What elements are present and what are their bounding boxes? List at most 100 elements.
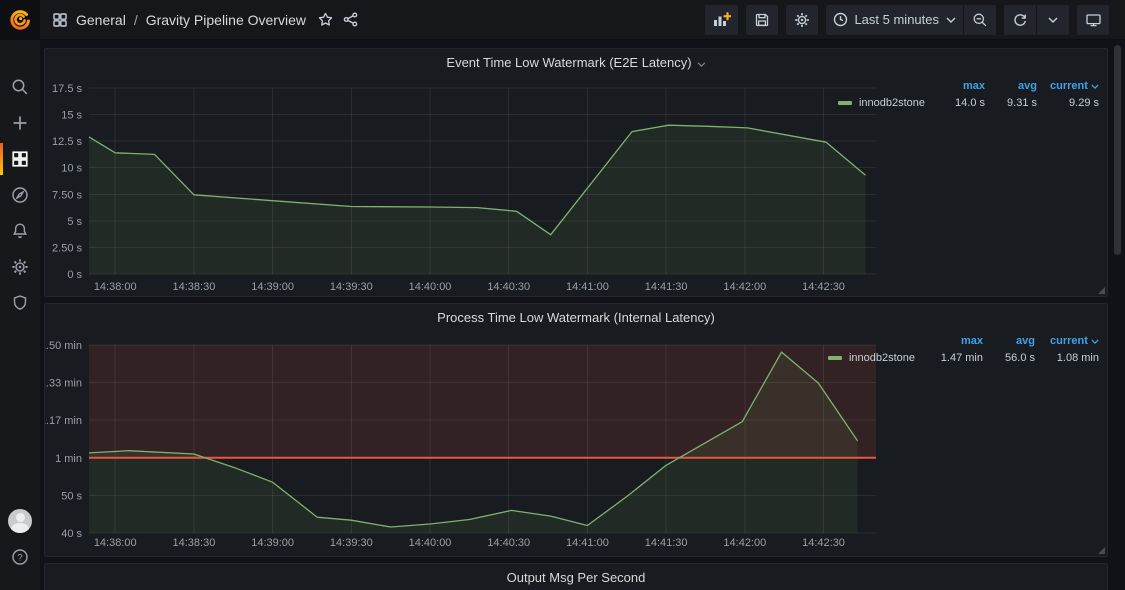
monitor-icon [1085, 13, 1101, 26]
panel-title[interactable]: Output Msg Per Second [45, 570, 1107, 585]
scrollbar-thumb[interactable] [1114, 45, 1121, 255]
x-axis-tick-label: 14:39:00 [251, 537, 294, 549]
grafana-flame-icon [10, 9, 30, 30]
y-axis-tick-label: 1.50 min [45, 340, 82, 352]
sidebar-item-help[interactable]: ? [0, 541, 40, 573]
y-axis-tick-label: 7.50 s [52, 189, 82, 201]
zoom-out-time-button[interactable] [964, 4, 996, 35]
legend-value-current: 1.08 min [1056, 352, 1099, 364]
legend-header-avg[interactable]: avg [983, 335, 1035, 347]
sidebar-item-server-admin[interactable] [0, 287, 40, 319]
zoom-out-icon [973, 13, 987, 26]
refresh-button[interactable] [1004, 4, 1036, 35]
add-panel-icon [714, 11, 732, 26]
bell-icon [12, 223, 28, 239]
panel-resize-handle[interactable] [1098, 287, 1105, 294]
save-dashboard-button[interactable] [746, 4, 779, 35]
share-icon[interactable] [343, 12, 358, 27]
x-axis-tick-label: 14:42:30 [802, 537, 845, 549]
x-axis-tick-label: 14:42:30 [802, 281, 845, 293]
dashboard-settings-button[interactable] [786, 4, 819, 35]
y-axis-tick-label: 12.5 s [52, 136, 82, 148]
panel-event-time-low-watermark: Event Time Low Watermark (E2E Latency) 1… [44, 48, 1108, 297]
legend-header-current[interactable]: current [1037, 80, 1099, 92]
series-color-swatch [827, 356, 842, 360]
compass-icon [12, 187, 28, 203]
scrollbar-track [1114, 44, 1122, 586]
legend-header-max[interactable]: max [935, 80, 985, 92]
legend-value-avg: 56.0 s [1005, 352, 1035, 364]
x-axis-tick-label: 14:41:00 [566, 281, 609, 293]
legend-value-max: 14.0 s [955, 97, 985, 109]
sidebar-item-alerting[interactable] [0, 215, 40, 247]
apps-grid-icon [52, 12, 68, 28]
breadcrumb: General / Gravity Pipeline Overview [52, 12, 358, 28]
x-axis-tick-label: 14:42:00 [723, 281, 766, 293]
legend-header-current[interactable]: current [1035, 335, 1099, 347]
x-axis-tick-label: 14:40:30 [487, 281, 530, 293]
x-axis-tick-label: 14:39:00 [251, 281, 294, 293]
x-axis-tick-label: 14:39:30 [330, 537, 373, 549]
panel-resize-handle[interactable] [1098, 547, 1105, 554]
clock-icon [834, 12, 848, 27]
x-axis-tick-label: 14:39:30 [330, 281, 373, 293]
x-axis-tick-label: 14:40:30 [487, 537, 530, 549]
legend-value-max: 1.47 min [940, 352, 983, 364]
y-axis-tick-label: 2.50 s [52, 242, 82, 254]
y-axis-tick-label: 17.5 s [52, 83, 82, 95]
cycle-view-mode-button[interactable] [1077, 4, 1109, 35]
sidebar-item-profile[interactable] [0, 505, 40, 537]
x-axis-tick-label: 14:38:30 [173, 281, 216, 293]
plus-icon [13, 116, 27, 130]
breadcrumb-section[interactable]: General [76, 12, 126, 28]
legend-header-avg[interactable]: avg [985, 80, 1037, 92]
sidebar-item-create[interactable] [0, 107, 40, 139]
time-range-label: Last 5 minutes [854, 12, 939, 27]
svg-text:?: ? [17, 552, 22, 563]
legend-series[interactable]: innodb2stone [827, 352, 925, 364]
legend-value-current: 9.29 s [1069, 97, 1099, 109]
help-icon: ? [12, 549, 28, 565]
y-axis-tick-label: 1.17 min [45, 415, 82, 427]
legend-series[interactable]: innodb2stone [837, 97, 935, 109]
x-axis-tick-label: 14:38:30 [173, 537, 216, 549]
x-axis-tick-label: 14:38:00 [94, 537, 137, 549]
sidebar-item-explore[interactable] [0, 179, 40, 211]
dashboards-grid-icon [12, 151, 28, 167]
series-area-fill [89, 125, 866, 274]
grafana-dashboard: General / Gravity Pipeline Overview Last… [0, 0, 1125, 590]
refresh-interval-dropdown[interactable] [1037, 4, 1069, 35]
series-color-swatch [837, 101, 852, 105]
gear-icon [12, 259, 28, 275]
y-axis-tick-label: 5 s [67, 216, 82, 228]
y-axis-tick-label: 10 s [61, 163, 82, 175]
navbar: General / Gravity Pipeline Overview Last… [0, 0, 1125, 40]
panel-process-time-low-watermark: Process Time Low Watermark (Internal Lat… [44, 303, 1108, 557]
gear-icon [795, 12, 810, 27]
y-axis-tick-label: 40 s [61, 528, 82, 540]
sidebar-item-search[interactable] [0, 71, 40, 103]
y-axis-tick-label: 15 s [61, 110, 82, 122]
save-icon [756, 13, 769, 26]
y-axis-tick-label: 50 s [61, 490, 82, 502]
x-axis-tick-label: 14:42:00 [723, 537, 766, 549]
x-axis-tick-label: 14:40:00 [409, 537, 452, 549]
legend-header-max[interactable]: max [925, 335, 983, 347]
star-icon[interactable] [318, 12, 333, 27]
y-axis-tick-label: 0 s [67, 269, 82, 281]
x-axis-tick-label: 14:41:00 [566, 537, 609, 549]
time-range-picker[interactable]: Last 5 minutes [826, 4, 963, 35]
sidebar-item-dashboards[interactable] [0, 143, 40, 175]
sidebar-item-configuration[interactable] [0, 251, 40, 283]
search-icon [12, 79, 28, 95]
dashboard-title[interactable]: Gravity Pipeline Overview [146, 12, 306, 28]
refresh-group [1004, 4, 1069, 35]
grafana-logo[interactable] [0, 0, 40, 40]
y-axis-tick-label: 1.33 min [45, 378, 82, 390]
legend: max avg current innodb2stone 1.47 min 56… [827, 335, 1099, 364]
sort-caret-icon [1091, 339, 1099, 345]
time-picker-group: Last 5 minutes [826, 4, 996, 35]
breadcrumb-separator: / [133, 11, 138, 28]
user-avatar [8, 509, 32, 533]
add-panel-button[interactable] [705, 4, 739, 35]
